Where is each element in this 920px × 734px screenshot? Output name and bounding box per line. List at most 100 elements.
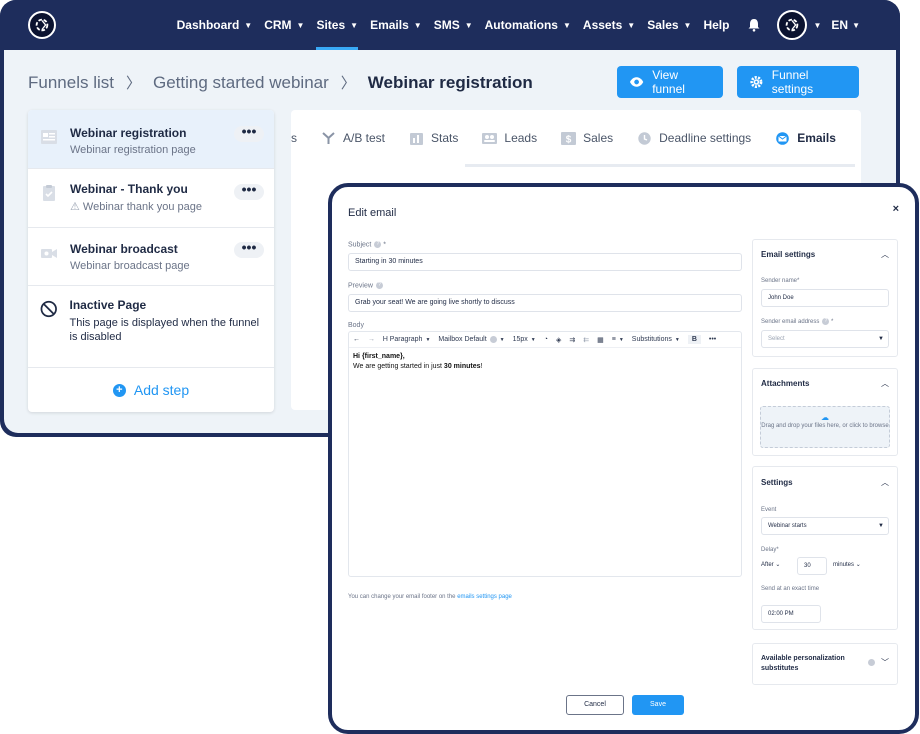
breadcrumb-current: Webinar registration (367, 72, 533, 92)
more-icon[interactable]: ••• (234, 124, 264, 142)
chevron-up-icon[interactable]: ︿ (881, 249, 889, 260)
fill-icon[interactable]: ◈ (556, 336, 561, 344)
page-icon (41, 130, 57, 144)
event-select[interactable]: Webinar starts ▼ (761, 517, 889, 535)
nav-dashboard[interactable]: Dashboard ▼ (171, 0, 259, 50)
svg-text:$: $ (566, 134, 572, 145)
table-icon[interactable]: ▦ (597, 336, 604, 344)
substitutions-select[interactable]: Substitutions ▼ (632, 336, 680, 343)
nav-label: Automations (484, 18, 558, 32)
warning-icon: ⚠ (70, 201, 83, 213)
nav-label: Help (703, 18, 730, 32)
email-icon (776, 131, 789, 145)
step-subtitle: Webinar registration page (70, 144, 196, 156)
divider (28, 285, 274, 286)
nav-automations[interactable]: Automations ▼ (479, 0, 577, 50)
logo-icon[interactable] (28, 11, 56, 39)
bell-icon[interactable] (747, 18, 761, 32)
font-select[interactable]: Mailbox Default ▼ (438, 336, 505, 343)
more-icon[interactable]: ••• (709, 336, 716, 343)
undo-icon[interactable]: ← (353, 336, 360, 343)
more-icon[interactable]: ••• (234, 240, 264, 258)
tab-sales[interactable]: $ Sales (561, 131, 613, 145)
nav-assets[interactable]: Assets ▼ (577, 0, 641, 50)
delay-direction-select[interactable]: After ⌄ (761, 561, 780, 568)
chevron-down-icon: ⌄ (855, 562, 861, 568)
nav-label: Sales (647, 18, 679, 32)
tab-label: Leads (504, 131, 538, 145)
nav-label: SMS (433, 18, 460, 32)
color-icon[interactable]: ◔ (544, 336, 548, 343)
sender-name-label: Sender name* (761, 278, 800, 284)
chevron-up-icon[interactable]: ︿ (881, 378, 889, 389)
tab-underline (465, 164, 855, 167)
tab-leads[interactable]: Leads (482, 131, 537, 145)
sender-name-input[interactable]: John Doe (761, 289, 889, 307)
delay-direction-value: After (761, 562, 774, 568)
delay-unit-select[interactable]: minutes ⌄ (833, 561, 861, 568)
chevron-down-icon[interactable]: ▼ (813, 21, 821, 30)
cancel-button[interactable]: Cancel (566, 695, 624, 715)
more-icon[interactable]: ••• (234, 182, 264, 200)
delay-value-input[interactable]: 30 (797, 557, 827, 575)
indent-icon[interactable]: ⇉ (569, 336, 575, 344)
chevron-down-icon[interactable]: ▼ (852, 21, 860, 30)
step-inactive-page[interactable]: Inactive Page This page is displayed whe… (28, 298, 274, 344)
video-camera-icon (41, 249, 57, 258)
file-dropzone[interactable]: ☁ Drag and drop your files here, or clic… (760, 406, 890, 448)
outdent-icon[interactable]: ⇇ (583, 336, 589, 344)
nav-sms[interactable]: SMS ▼ (428, 0, 479, 50)
nav-help[interactable]: Help (697, 0, 735, 50)
view-funnel-button[interactable]: View funnel (617, 66, 723, 98)
step-webinar-registration[interactable]: Webinar registration Webinar registratio… (28, 124, 274, 156)
split-icon (322, 131, 335, 144)
bold-button[interactable]: B (687, 335, 701, 344)
redo-icon[interactable]: → (368, 336, 375, 343)
funnel-steps-list: Webinar registration Webinar registratio… (28, 110, 274, 412)
chevron-down-icon: ▼ (530, 336, 536, 343)
step-webinar-broadcast[interactable]: Webinar broadcast Webinar broadcast page… (28, 240, 274, 272)
tab-stats[interactable]: Stats (409, 131, 458, 145)
step-webinar-thank-you[interactable]: Webinar - Thank you ⚠ Webinar thank you … (28, 182, 274, 213)
attachments-heading[interactable]: Attachments (761, 379, 809, 388)
funnel-settings-button[interactable]: Funnel settings (737, 66, 859, 98)
breadcrumb-webinar[interactable]: Getting started webinar (153, 73, 329, 93)
settings-heading[interactable]: Settings (761, 478, 793, 487)
font-size-select[interactable]: 15px ▼ (513, 336, 536, 343)
chevron-down-icon[interactable]: ﹀ (881, 657, 889, 668)
chevron-up-icon[interactable]: ︿ (881, 477, 889, 488)
add-step-button[interactable]: + Add step (28, 368, 274, 412)
event-label: Event (761, 507, 777, 513)
breadcrumb-funnels[interactable]: Funnels list (28, 73, 114, 93)
email-settings-heading[interactable]: Email settings (761, 250, 815, 259)
editor-content[interactable]: Hi {first_name}, We are getting started … (349, 348, 741, 376)
preview-label-text: Preview (348, 282, 373, 290)
align-icon[interactable]: ≡ ▼ (612, 336, 624, 343)
avatar[interactable] (777, 10, 808, 40)
emails-settings-link[interactable]: emails settings page (457, 594, 512, 600)
save-button[interactable]: Save (632, 695, 684, 715)
tab-label: Stats (431, 131, 459, 145)
nav-sales[interactable]: Sales ▼ (641, 0, 697, 50)
body-editor[interactable]: ← → Ꮋ Paragraph ▼ Mailbox Default ▼ 15px ▼ ◔… (348, 331, 742, 577)
personalization-heading[interactable]: Available personalization substitutes (761, 654, 869, 674)
clipboard-check-icon (43, 185, 55, 201)
nav-sites[interactable]: Sites ▼ (310, 0, 364, 50)
tab-emails[interactable]: Emails (775, 131, 836, 145)
tab-ab-test[interactable]: A/B test (321, 131, 385, 145)
step-title: Webinar registration (70, 126, 187, 140)
close-icon[interactable]: × (893, 203, 899, 215)
footer-note: You can change your email footer on the … (348, 594, 512, 600)
language-selector[interactable]: EN (831, 18, 848, 32)
nav-emails[interactable]: Emails ▼ (364, 0, 428, 50)
tab-deadline-settings[interactable]: Deadline settings (637, 131, 751, 145)
subject-input[interactable]: Starting in 30 minutes (348, 253, 742, 271)
tab-partial[interactable]: s (291, 131, 297, 145)
preview-input[interactable]: Grab your seat! We are going live shortl… (348, 294, 742, 312)
tab-label: Sales (583, 131, 614, 145)
sender-email-select[interactable]: Select ▼ (761, 330, 889, 348)
exact-time-input[interactable]: 02:00 PM (761, 605, 821, 623)
paragraph-select[interactable]: Ꮋ Paragraph ▼ (383, 336, 430, 344)
nav-crm[interactable]: CRM ▼ (258, 0, 310, 50)
bar-chart-icon (410, 132, 424, 145)
